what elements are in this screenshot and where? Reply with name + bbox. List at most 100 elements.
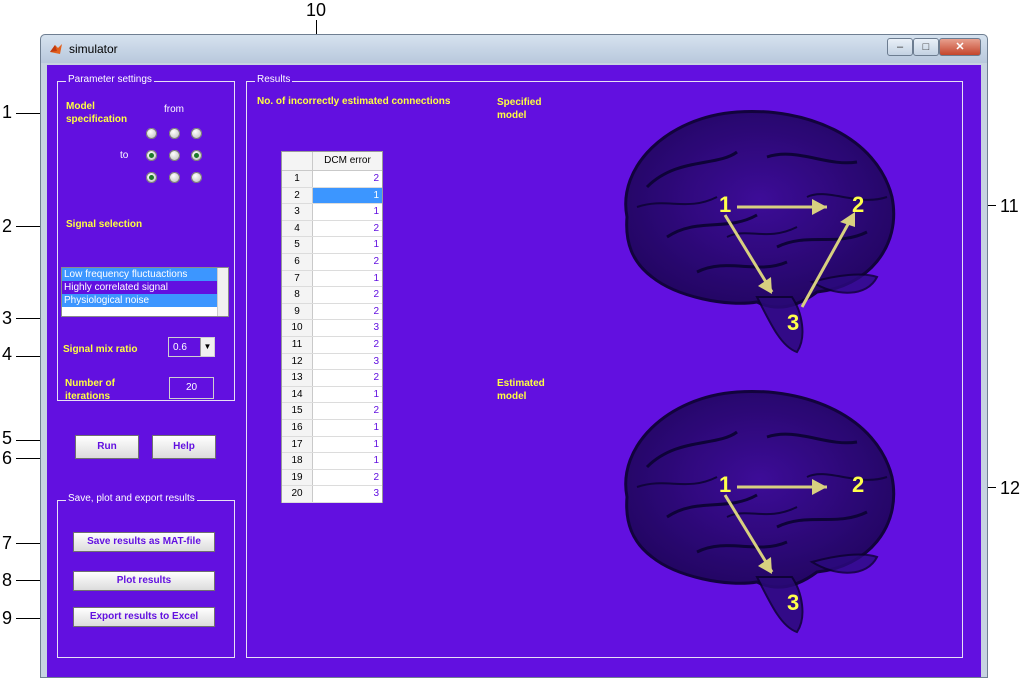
table-row[interactable]: 42 (282, 220, 382, 238)
dcm-error-cell[interactable]: 1 (313, 387, 382, 403)
table-row[interactable]: 71 (282, 270, 382, 288)
dcm-error-cell[interactable]: 1 (313, 187, 382, 204)
callout-5: 5 (2, 428, 13, 448)
dcm-error-cell[interactable]: 1 (313, 453, 382, 469)
dcm-error-cell[interactable]: 2 (313, 370, 382, 386)
maximize-button[interactable]: □ (913, 38, 939, 56)
row-header[interactable]: 20 (282, 486, 313, 502)
dcm-error-cell[interactable]: 1 (313, 237, 382, 253)
dcm-error-cell[interactable]: 2 (313, 254, 382, 270)
dcm-error-cell[interactable]: 2 (313, 171, 382, 187)
listbox-scrollbar[interactable] (217, 268, 228, 316)
close-button[interactable]: ✕ (939, 38, 981, 56)
row-header[interactable]: 10 (282, 320, 313, 336)
export-panel-title: Save, plot and export results (66, 493, 197, 504)
specified-model-brain: 1 2 3 (624, 109, 896, 354)
title-bar[interactable]: simulator – □ ✕ (41, 35, 987, 63)
callout-7: 7 (2, 533, 13, 553)
dcm-error-cell[interactable]: 3 (313, 320, 382, 336)
table-header: DCM error (282, 152, 382, 171)
dcm-error-cell[interactable]: 1 (313, 437, 382, 453)
plot-results-button[interactable]: Plot results (73, 571, 215, 591)
row-header[interactable]: 11 (282, 336, 313, 353)
table-row[interactable]: 16 1 (282, 419, 382, 437)
signal-selection-listbox[interactable]: Low frequency fluctuactions Highly corre… (61, 267, 229, 317)
row-header[interactable]: 5 (282, 237, 313, 253)
table-row[interactable]: 15 2 (282, 403, 382, 420)
table-row[interactable]: 21 (282, 187, 382, 205)
dcm-error-cell[interactable]: 2 (313, 221, 382, 237)
row-header[interactable]: 4 (282, 220, 313, 237)
run-button[interactable]: Run (75, 435, 139, 459)
table-row[interactable]: 51 (282, 237, 382, 254)
radio-2-3[interactable] (191, 150, 202, 161)
table-row[interactable]: 31 (282, 204, 382, 221)
radio-3-1[interactable] (146, 172, 157, 183)
row-header[interactable]: 19 (282, 469, 313, 486)
iterations-label: Number of iterations (65, 378, 115, 402)
estimated-model-label: Estimated model (497, 378, 545, 402)
callout-4: 4 (2, 344, 13, 364)
dcm-error-cell[interactable]: 2 (313, 470, 382, 486)
row-header[interactable]: 3 (282, 204, 313, 220)
from-label: from (164, 104, 184, 115)
table-row[interactable]: 10 3 (282, 320, 382, 337)
dropdown-arrow-icon[interactable]: ▼ (200, 338, 214, 356)
table-row[interactable]: 17 1 (282, 436, 382, 454)
row-header[interactable]: 15 (282, 403, 313, 419)
dcm-error-cell[interactable]: 3 (313, 354, 382, 370)
row-header[interactable]: 16 (282, 419, 313, 436)
row-header[interactable]: 18 (282, 453, 313, 469)
table-row[interactable]: 11 2 (282, 336, 382, 354)
radio-3-2[interactable] (169, 172, 180, 183)
table-row[interactable]: 92 (282, 303, 382, 321)
radio-2-2[interactable] (169, 150, 180, 161)
row-header[interactable]: 13 (282, 370, 313, 386)
table-row[interactable]: 19 2 (282, 469, 382, 487)
signal-mix-ratio-value: 0.6 (173, 342, 187, 353)
row-header[interactable]: 14 (282, 386, 313, 403)
specified-node-1: 1 (719, 192, 731, 217)
dcm-error-cell[interactable]: 2 (313, 403, 382, 419)
radio-1-2[interactable] (169, 128, 180, 139)
row-header[interactable]: 7 (282, 270, 313, 287)
dcm-error-cell[interactable]: 3 (313, 486, 382, 502)
table-row[interactable]: 18 1 (282, 453, 382, 470)
signal-option-highly-correlated[interactable]: Highly correlated signal (62, 281, 228, 294)
table-row[interactable]: 12 (282, 171, 382, 188)
radio-1-3[interactable] (191, 128, 202, 139)
table-row[interactable]: 62 (282, 253, 382, 271)
table-row[interactable]: 20 3 (282, 486, 382, 503)
table-row[interactable]: 14 1 (282, 386, 382, 404)
radio-3-3[interactable] (191, 172, 202, 183)
signal-mix-ratio-dropdown[interactable]: 0.6 ▼ (168, 337, 215, 357)
row-header[interactable]: 12 (282, 353, 313, 370)
dcm-error-cell[interactable]: 1 (313, 204, 382, 220)
radio-2-1[interactable] (146, 150, 157, 161)
table-row[interactable]: 12 3 (282, 353, 382, 371)
export-excel-button[interactable]: Export results to Excel (73, 607, 215, 627)
dcm-error-cell[interactable]: 1 (313, 271, 382, 287)
dcm-error-cell[interactable]: 2 (313, 304, 382, 320)
results-title: Results (255, 74, 293, 85)
row-header[interactable]: 8 (282, 287, 313, 303)
row-header[interactable]: 6 (282, 253, 313, 270)
row-header[interactable]: 2 (282, 187, 313, 204)
dcm-error-table[interactable]: DCM error 1 2 2 1 3 1 4 2 5 1 6 2 7 1 8 2 9 2 10 3 11 2 12 3 13 2… (281, 151, 383, 503)
table-row[interactable]: 13 2 (282, 370, 382, 387)
column-header-dcm-error[interactable]: DCM error (313, 152, 382, 170)
dcm-error-cell[interactable]: 2 (313, 287, 382, 303)
dcm-error-cell[interactable]: 2 (313, 337, 382, 353)
row-header[interactable]: 9 (282, 303, 313, 320)
signal-option-physiological-noise[interactable]: Physiological noise (62, 294, 228, 307)
save-mat-button[interactable]: Save results as MAT-file (73, 532, 215, 552)
signal-option-low-frequency[interactable]: Low frequency fluctuactions (62, 268, 228, 281)
table-row[interactable]: 82 (282, 287, 382, 304)
row-header[interactable]: 1 (282, 171, 313, 187)
help-button[interactable]: Help (152, 435, 216, 459)
minimize-button[interactable]: – (887, 38, 913, 56)
dcm-error-cell[interactable]: 1 (313, 420, 382, 436)
radio-1-1[interactable] (146, 128, 157, 139)
row-header[interactable]: 17 (282, 436, 313, 453)
iterations-input[interactable]: 20 (169, 377, 214, 399)
